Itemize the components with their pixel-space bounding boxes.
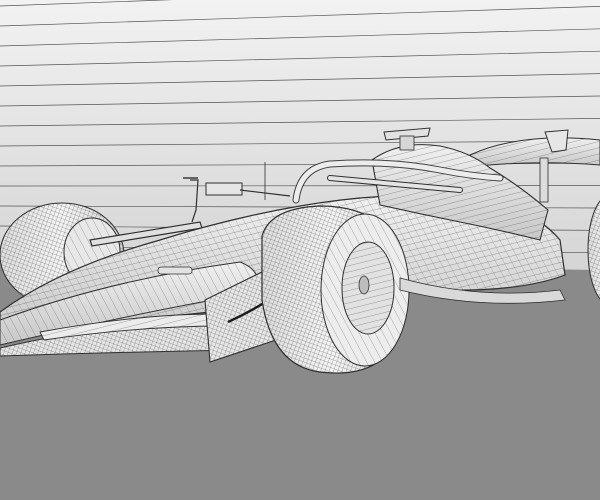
wireframe-car-render xyxy=(0,0,600,500)
wireframe-render-scene xyxy=(0,0,600,500)
front-tyre xyxy=(261,205,410,374)
